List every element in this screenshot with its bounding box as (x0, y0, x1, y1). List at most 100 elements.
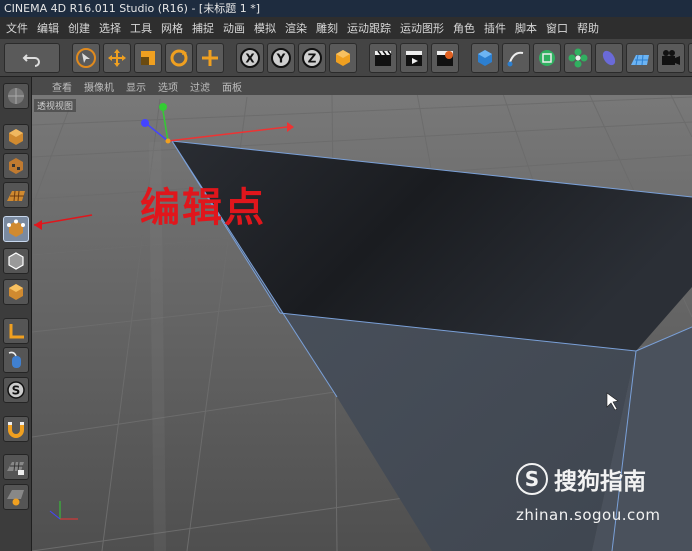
watermark-url: zhinan.sogou.com (516, 506, 661, 524)
menu-item-character[interactable]: 角色 (453, 20, 475, 36)
subdivision-surface-button[interactable] (533, 42, 561, 73)
menu-item-mesh[interactable]: 网格 (161, 20, 183, 36)
axis-y-label: Y (276, 51, 286, 65)
watermark-text: 搜狗指南 (554, 469, 646, 495)
undo-button[interactable] (4, 42, 60, 73)
render-view-button[interactable] (369, 42, 397, 73)
viewport-menu-bar: 查看 摄像机 显示 选项 过滤 面板 (32, 77, 692, 95)
menu-item-plugins[interactable]: 插件 (484, 20, 506, 36)
deformer-icon (602, 50, 616, 65)
deformer-button[interactable] (595, 42, 623, 73)
undo-icon (22, 53, 40, 67)
viewport-menu-panel[interactable]: 面板 (222, 79, 242, 94)
main-toolbar: X Y Z (0, 39, 692, 77)
workplane-button[interactable] (3, 182, 29, 208)
clapper-play-icon (406, 50, 422, 66)
camera-icon (662, 49, 680, 65)
rotate-icon (170, 49, 188, 66)
rotate-button[interactable] (165, 42, 193, 73)
live-selection-button[interactable] (72, 42, 100, 73)
polygons-mode-button[interactable] (3, 279, 29, 305)
render-settings-button[interactable] (431, 42, 459, 73)
axis-y-button[interactable]: Y (267, 42, 295, 73)
menu-item-render[interactable]: 渲染 (285, 20, 307, 36)
sogou-logo-icon: S (516, 463, 548, 495)
window-title: CINEMA 4D R16.011 Studio (R16) - [未标题 1 … (0, 0, 692, 17)
floor-button[interactable] (626, 42, 654, 73)
grid-plane-icon (7, 190, 25, 202)
scale-icon (141, 50, 155, 65)
sphere-wire-icon (8, 88, 24, 104)
cloner-button[interactable] (564, 42, 592, 73)
model-mode-button[interactable] (3, 124, 29, 150)
cube-blue-icon (478, 49, 492, 66)
cube-polygons-icon (9, 284, 23, 300)
viewport-menu-options[interactable]: 选项 (158, 79, 178, 94)
snap-button[interactable]: S (3, 377, 29, 403)
menu-item-mograph[interactable]: 运动图形 (400, 20, 444, 36)
menu-item-snap[interactable]: 捕捉 (192, 20, 214, 36)
menu-item-animate[interactable]: 动画 (223, 20, 245, 36)
axis-mode-button[interactable] (3, 318, 29, 344)
magnet-icon (8, 422, 24, 438)
left-toolbar: S (0, 77, 32, 551)
floor-icon (631, 54, 649, 65)
pen-icon (507, 51, 524, 66)
menu-item-sculpt[interactable]: 雕刻 (316, 20, 338, 36)
clapper-icon (375, 50, 392, 66)
menu-item-motion-tracking[interactable]: 运动跟踪 (347, 20, 391, 36)
workplane-settings-button[interactable] (3, 484, 29, 510)
cube-edges-icon (8, 252, 24, 270)
cube-object-button[interactable] (471, 42, 499, 73)
axis-x-button[interactable]: X (236, 42, 264, 73)
axis-y-icon: Y (271, 47, 291, 68)
annotation-text: 编辑点 (140, 185, 266, 231)
cube-orange-icon (336, 49, 350, 66)
viewport-menu-filter[interactable]: 过滤 (190, 79, 210, 94)
lock-workplane-button[interactable] (3, 454, 29, 480)
light-button[interactable] (688, 42, 692, 73)
render-to-picture-viewer-button[interactable] (400, 42, 428, 73)
menu-item-file[interactable]: 文件 (6, 20, 28, 36)
spline-pen-button[interactable] (502, 42, 530, 73)
viewport-label: 透视视图 (34, 99, 77, 112)
menu-item-script[interactable]: 脚本 (515, 20, 537, 36)
menu-item-tools[interactable]: 工具 (130, 20, 152, 36)
menu-item-select[interactable]: 选择 (99, 20, 121, 36)
svg-text:S: S (12, 384, 21, 398)
axis-z-icon: Z (302, 47, 322, 68)
flower-icon (568, 48, 588, 67)
make-editable-button[interactable] (3, 83, 29, 109)
menu-item-simulate[interactable]: 模拟 (254, 20, 276, 36)
axis-z-button[interactable]: Z (298, 42, 326, 73)
points-mode-button[interactable] (3, 216, 29, 242)
menu-item-create[interactable]: 创建 (68, 20, 90, 36)
edges-mode-button[interactable] (3, 248, 29, 274)
scale-button[interactable] (134, 42, 162, 73)
add-tool-button[interactable] (196, 42, 224, 73)
menu-item-window[interactable]: 窗口 (546, 20, 568, 36)
move-icon (108, 48, 126, 67)
clapper-gear-icon (437, 50, 453, 66)
viewport-menu-view[interactable]: 查看 (52, 79, 72, 94)
grid-gear-icon (7, 490, 24, 506)
tweak-mode-button[interactable] (3, 347, 29, 373)
axis-z-label: Z (308, 51, 317, 65)
move-button[interactable] (103, 42, 131, 73)
camera-button[interactable] (657, 42, 685, 73)
mouse-icon (8, 351, 21, 368)
cube-checker-icon (9, 158, 23, 174)
texture-mode-button[interactable] (3, 153, 29, 179)
viewport-menu-display[interactable]: 显示 (126, 79, 146, 94)
cursor-icon (76, 47, 96, 68)
nurbs-icon (539, 49, 555, 66)
viewport-menu-camera[interactable]: 摄像机 (84, 79, 114, 94)
axis-x-icon: X (240, 47, 260, 68)
menu-bar: 文件 编辑 创建 选择 工具 网格 捕捉 动画 模拟 渲染 雕刻 运动跟踪 运动… (0, 17, 692, 39)
menu-item-edit[interactable]: 编辑 (37, 20, 59, 36)
grid-lock-icon (7, 461, 24, 475)
menu-item-help[interactable]: 帮助 (577, 20, 599, 36)
cube-model-icon (9, 129, 23, 145)
coordinate-system-button[interactable] (329, 42, 357, 73)
magnet-button[interactable] (3, 416, 29, 442)
